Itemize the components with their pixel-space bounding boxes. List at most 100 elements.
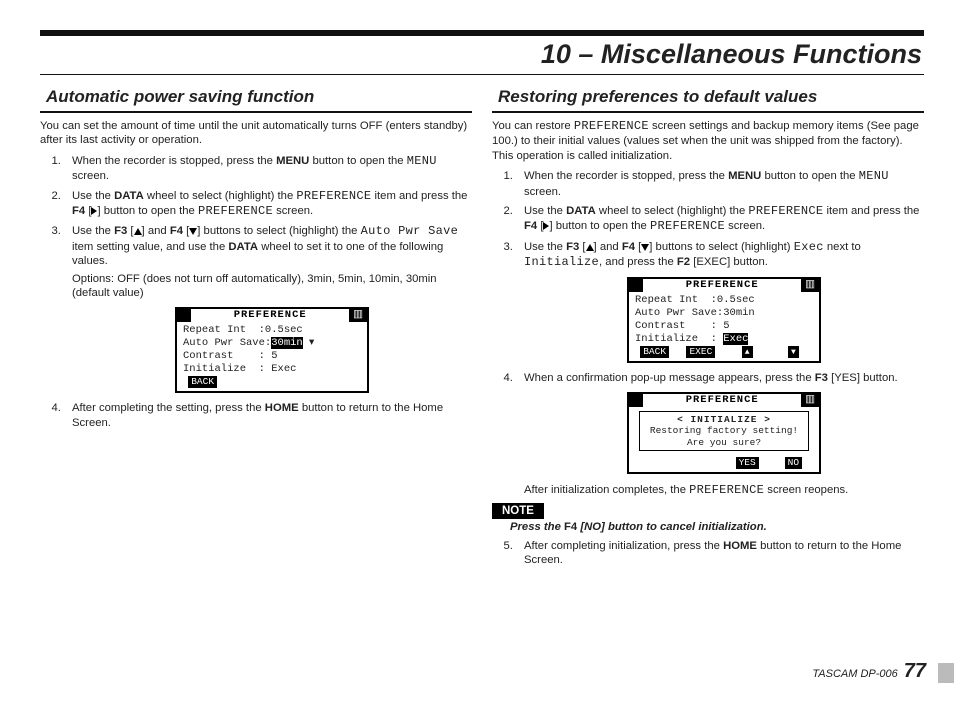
text: button to open the <box>309 155 406 167</box>
softkey-down: ▼ <box>788 346 799 358</box>
right-steps-cont: After completing initialization, press t… <box>492 539 924 568</box>
lcd-text: PREFERENCE <box>689 483 764 497</box>
lcd-title-text: PREFERENCE <box>191 309 349 322</box>
note-label: NOTE <box>492 503 544 519</box>
left-step-3: Use the F3 [] and F4 [] buttons to selec… <box>64 224 472 393</box>
lcd-figure-1: PREFERENCE ▥ Repeat Int :0.5sec Auto Pwr… <box>72 307 472 394</box>
battery-icon: ▥ <box>349 309 367 322</box>
text: When a confirmation pop-up message appea… <box>524 372 815 384</box>
text: screen reopens. <box>764 484 848 496</box>
popup-line: Restoring factory setting! <box>642 425 806 436</box>
text: wheel to select (highlight) the <box>596 205 749 217</box>
lcd-row: Repeat Int :0.5sec <box>183 324 361 337</box>
text-bold: F2 <box>677 256 690 268</box>
text: After initialization completes, the <box>524 484 689 496</box>
text: [EXEC] button. <box>690 256 768 268</box>
text: After completing initialization, press t… <box>524 540 723 552</box>
up-icon <box>134 228 142 235</box>
text-bold: MENU <box>728 170 761 182</box>
content-columns: Automatic power saving function You can … <box>40 87 924 573</box>
lcd-left-pad <box>177 309 191 322</box>
text: When the recorder is stopped, press the <box>72 155 276 167</box>
right-steps: When the recorder is stopped, press the … <box>492 169 924 498</box>
left-step-4: After completing the setting, press the … <box>64 401 472 430</box>
text-bold: MENU <box>276 155 309 167</box>
text: ] buttons to select (highlight) <box>649 241 793 253</box>
text: [NO] button to cancel initialization. <box>577 521 767 533</box>
text: Auto Pwr Save: <box>183 337 271 349</box>
text: Use the <box>72 190 114 202</box>
right-step-1: When the recorder is stopped, press the … <box>516 169 924 199</box>
text-bold: F4 <box>564 521 577 533</box>
lcd-titlebar: PREFERENCE ▥ <box>629 394 819 407</box>
text-bold: DATA <box>566 205 596 217</box>
right-intro: You can restore PREFERENCE screen settin… <box>492 119 924 163</box>
lcd-row: Repeat Int :0.5sec <box>635 294 813 307</box>
lcd-figure-2: PREFERENCE ▥ Repeat Int :0.5sec Auto Pwr… <box>524 277 924 364</box>
battery-icon: ▥ <box>801 394 819 407</box>
text: ] and <box>594 241 622 253</box>
lcd-text: PREFERENCE <box>748 204 823 218</box>
after-init-text: After initialization completes, the PREF… <box>524 483 924 498</box>
lcd-row: Auto Pwr Save:30min ▾ <box>183 337 361 350</box>
note-block: NOTE Press the F4 [NO] button to cancel … <box>492 503 924 533</box>
lcd-text: MENU <box>859 169 889 183</box>
left-steps: When the recorder is stopped, press the … <box>40 154 472 430</box>
lcd-left-pad <box>629 394 643 407</box>
text: When the recorder is stopped, press the <box>524 170 728 182</box>
lcd-screen: PREFERENCE ▥ Repeat Int :0.5sec Auto Pwr… <box>627 277 821 364</box>
lcd-softkeys: YES NO <box>629 457 819 472</box>
lcd-text: PREFERENCE <box>296 189 371 203</box>
text: ] button to open the <box>97 205 198 217</box>
battery-icon: ▥ <box>801 279 819 292</box>
lcd-titlebar: PREFERENCE ▥ <box>177 309 367 322</box>
page-footer: TASCAM DP-006 77 <box>812 660 926 683</box>
softkey-yes: YES <box>736 457 759 469</box>
text-bold: F4 <box>622 241 635 253</box>
lcd-body: Repeat Int :0.5sec Auto Pwr Save:30min C… <box>629 292 819 347</box>
text-bold: F4 <box>72 205 85 217</box>
softkey-no: NO <box>785 457 802 469</box>
text-bold: HOME <box>265 402 299 414</box>
lcd-screen: PREFERENCE ▥ Repeat Int :0.5sec Auto Pwr… <box>175 307 369 394</box>
text: , and press the <box>599 256 677 268</box>
left-step-1: When the recorder is stopped, press the … <box>64 154 472 184</box>
text: wheel to select (highlight) the <box>144 190 297 202</box>
lcd-text: PREFERENCE <box>650 219 725 233</box>
text-bold: DATA <box>114 190 144 202</box>
text: Initialize : <box>635 333 723 345</box>
lcd-title-text: PREFERENCE <box>643 394 801 407</box>
left-intro: You can set the amount of time until the… <box>40 119 472 148</box>
text: item and press the <box>823 205 919 217</box>
lcd-text: PREFERENCE <box>198 204 273 218</box>
text-bold: F4 <box>524 220 537 232</box>
lcd-text: Exec <box>794 240 824 254</box>
lcd-screen: PREFERENCE ▥ < INITIALIZE > Restoring fa… <box>627 392 821 474</box>
popup-line: Are you sure? <box>642 437 806 448</box>
right-column: Restoring preferences to default values … <box>492 87 924 573</box>
lcd-text: Initialize <box>524 255 599 269</box>
text-bold: HOME <box>723 540 757 552</box>
text: ] buttons to select (highlight) the <box>197 225 360 237</box>
softkey-back: BACK <box>640 346 669 358</box>
thumb-tab <box>938 663 954 683</box>
lcd-left-pad <box>629 279 643 292</box>
text: ] and <box>142 225 170 237</box>
text: screen. <box>72 170 109 182</box>
lcd-highlight: Exec <box>723 333 748 345</box>
text: Press the <box>510 521 564 533</box>
lcd-row: Auto Pwr Save:30min <box>635 307 813 320</box>
lcd-text: Auto Pwr Save <box>361 224 459 238</box>
text: item setting value, and use the <box>72 241 228 253</box>
text: next to <box>824 241 861 253</box>
lcd-row: Contrast : 5 <box>183 350 361 363</box>
text-bold: F3 <box>566 241 579 253</box>
softkey-up: ▲ <box>742 346 753 358</box>
text: [YES] button. <box>828 372 898 384</box>
right-step-4: When a confirmation pop-up message appea… <box>516 371 924 498</box>
right-step-2: Use the DATA wheel to select (highlight)… <box>516 204 924 235</box>
lcd-row: Initialize : Exec <box>635 333 813 346</box>
text: screen. <box>725 220 765 232</box>
lcd-title-text: PREFERENCE <box>643 279 801 292</box>
left-step-2: Use the DATA wheel to select (highlight)… <box>64 189 472 220</box>
